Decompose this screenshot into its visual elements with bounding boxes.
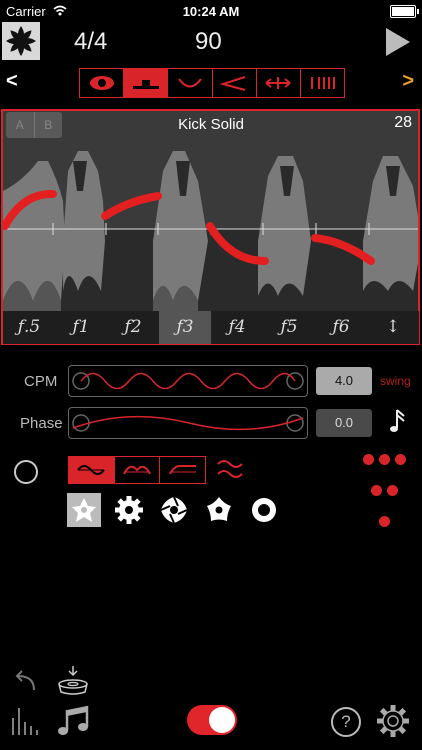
lfo-toggle-icon[interactable] [14,460,38,484]
help-icon[interactable]: ? [331,707,361,737]
freq-button[interactable]: ƒ5 [263,311,315,344]
time-signature[interactable]: 4/4 [74,28,107,56]
tempo-display[interactable]: 90 [195,28,222,56]
curve-icon[interactable] [168,69,213,97]
star-filled-icon[interactable] [67,493,101,527]
stretch-icon[interactable] [257,69,301,97]
swirl-shape-icon[interactable] [157,493,191,527]
freq-button[interactable]: ƒ1 [55,311,107,344]
round-wave-icon[interactable] [115,457,161,483]
equalizer-icon[interactable] [10,706,40,736]
battery-icon [390,5,419,18]
waveform-panel[interactable] [1,109,420,345]
mode-selector [79,68,345,98]
waveform-graphic [3,111,418,343]
ring-shape-icon[interactable] [247,493,281,527]
pentagon-star-icon[interactable] [202,493,236,527]
angle-icon[interactable] [213,69,257,97]
power-toggle[interactable] [187,705,237,735]
wave-alt-icon[interactable] [216,458,244,482]
freq-button[interactable]: ƒ6 [315,311,367,344]
status-bar: Carrier 10:24 AM [0,0,422,22]
resize-vertical-icon[interactable]: ↕ [367,311,419,344]
ramp-wave-icon[interactable] [160,457,205,483]
next-button[interactable]: > [402,70,414,93]
music-notes-icon[interactable] [56,704,90,738]
previous-button[interactable]: < [6,70,18,93]
toggle-knob [209,707,235,733]
speaker-download-icon[interactable] [56,664,90,698]
settings-gear-icon[interactable] [376,704,410,738]
eye-icon[interactable] [80,69,125,97]
cpm-value[interactable]: 4.0 [316,367,372,395]
undo-icon[interactable] [12,668,38,692]
freq-button[interactable]: ƒ4 [211,311,263,344]
cpm-label: CPM [24,373,58,390]
sound-count: 28 [394,114,412,131]
wave-selector [68,456,206,484]
app-logo-icon[interactable] [2,22,40,60]
sine-wave-icon[interactable] [69,457,115,483]
freq-button-selected[interactable]: ƒ3 [159,311,211,344]
phase-value[interactable]: 0.0 [316,409,372,437]
swing-label[interactable]: swing [380,374,411,388]
sound-name: Kick Solid [178,116,244,133]
bars-icon[interactable] [301,69,344,97]
flat-mode-icon[interactable] [124,69,169,97]
frequency-bar: ƒ.5 ƒ1 ƒ2 ƒ3 ƒ4 ƒ5 ƒ6 ↕ [3,311,419,344]
cpm-slider[interactable] [68,365,308,397]
freq-button[interactable]: ƒ.5 [3,311,55,344]
phase-label: Phase [20,415,63,432]
clock: 10:24 AM [182,4,240,19]
freq-button[interactable]: ƒ2 [107,311,159,344]
note-icon[interactable] [388,408,406,436]
gear-shape-icon[interactable] [112,493,146,527]
phase-slider[interactable] [68,407,308,439]
play-icon[interactable] [386,28,410,56]
